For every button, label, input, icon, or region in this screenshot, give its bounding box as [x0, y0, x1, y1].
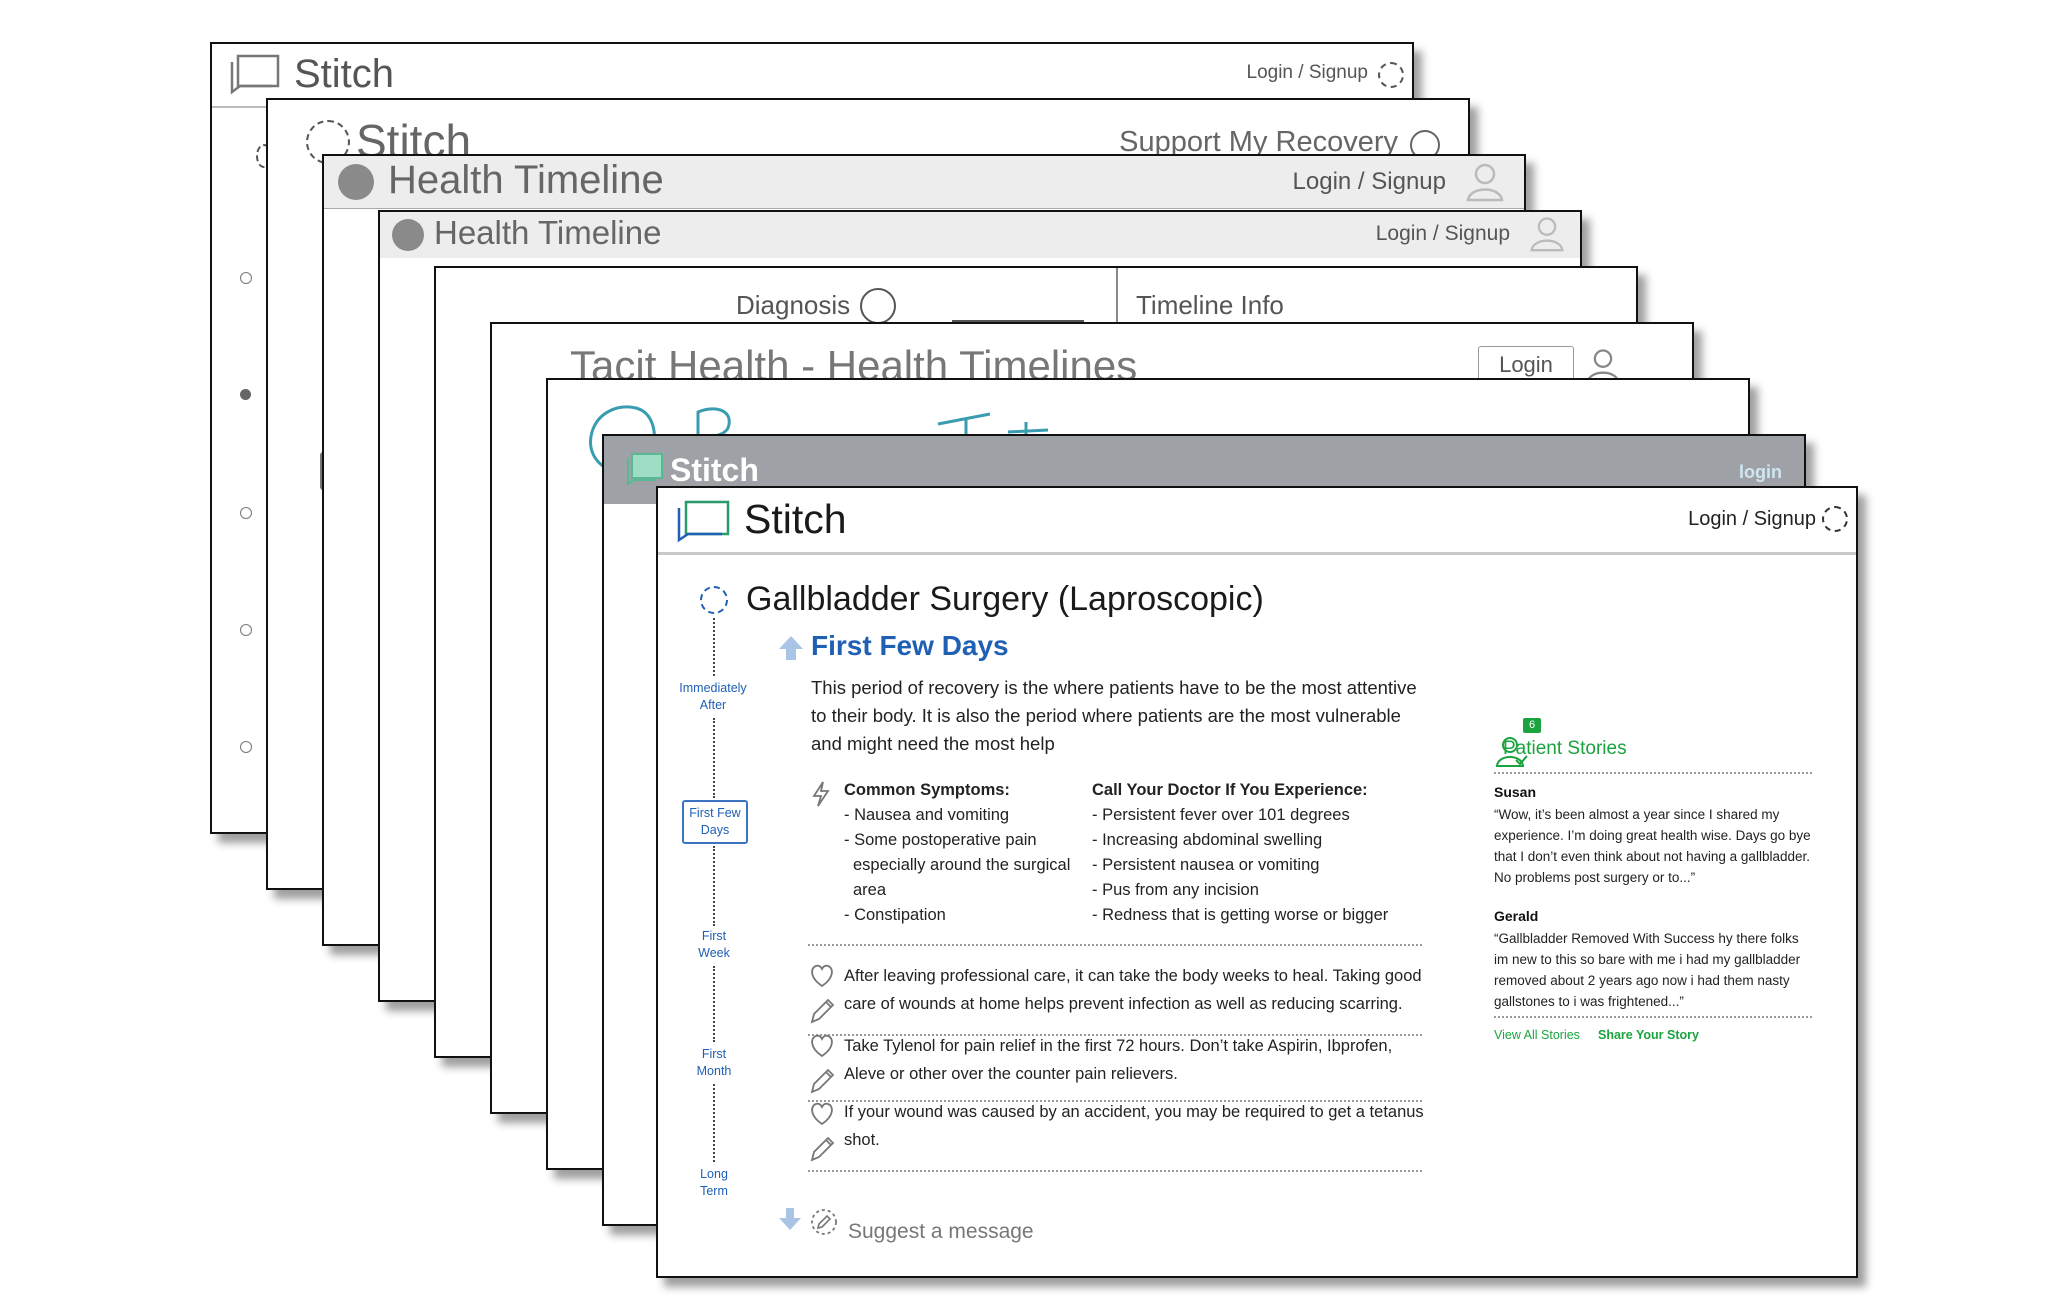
- user-avatar-icon: [1466, 163, 1504, 202]
- pencil-icon: [810, 1136, 835, 1162]
- view-all-stories-link[interactable]: View All Stories: [1494, 1028, 1580, 1042]
- share-your-story-link[interactable]: Share Your Story: [1598, 1028, 1699, 1042]
- timeline-radio[interactable]: [240, 741, 252, 753]
- common-symptoms: Common Symptoms: - Nausea and vomiting -…: [844, 778, 1074, 928]
- heart-icon: [811, 964, 833, 988]
- login-signup-link[interactable]: Login / Signup: [1293, 168, 1446, 196]
- section-divider: [808, 1170, 1422, 1172]
- stories-count-badge: 6: [1523, 718, 1541, 733]
- story-author: Gerald: [1494, 908, 1539, 924]
- brand-name: Stitch: [294, 52, 395, 96]
- timeline-step-long-term[interactable]: Long Term: [689, 1166, 739, 1200]
- app-header: Stitch Login / Signup: [658, 488, 1856, 555]
- logo-circle-icon: [392, 219, 424, 251]
- timeline-info-label: Timeline Info: [1136, 290, 1284, 320]
- timeline-radio[interactable]: [240, 624, 252, 636]
- timeline-radio-selected[interactable]: [240, 389, 251, 400]
- diagnosis-circle-icon: [860, 288, 896, 324]
- tip-actions: [810, 1102, 835, 1162]
- login-signup-link[interactable]: Login / Signup: [1247, 62, 1369, 84]
- user-avatar-icon: [1530, 217, 1564, 252]
- tip-text: If your wound was caused by an accident,…: [844, 1103, 1424, 1149]
- warning-item: - Pus from any incision: [1092, 881, 1259, 899]
- diagnosis-label: Diagnosis: [736, 290, 851, 320]
- timeline-radio[interactable]: [240, 507, 252, 519]
- timeline-step-first-month[interactable]: First Month: [684, 1046, 744, 1080]
- symptom-item: - Some postoperative pain especially aro…: [844, 831, 1071, 899]
- suggest-message-input[interactable]: Suggest a message: [848, 1220, 1034, 1244]
- timeline-connector: [713, 846, 715, 926]
- symptoms-heading: Common Symptoms:: [844, 781, 1010, 799]
- symptom-item: - Nausea and vomiting: [844, 806, 1010, 824]
- timeline-connector: [713, 718, 715, 798]
- heart-icon: [811, 1102, 833, 1126]
- timeline-step-first-week[interactable]: First Week: [689, 928, 739, 962]
- timeline-connector: [713, 618, 715, 676]
- chat-logo-icon: [230, 54, 280, 95]
- warning-item: - Persistent fever over 101 degrees: [1092, 806, 1350, 824]
- arrow-up-icon[interactable]: [778, 634, 804, 662]
- sheet-header: Health Timeline Login / Signup: [380, 212, 1580, 258]
- brand-name: Stitch: [744, 496, 847, 542]
- story-excerpt[interactable]: “Wow, it’s been almost a year since I sh…: [1494, 804, 1812, 888]
- pencil-icon: [810, 998, 835, 1024]
- logo-circle-icon: [338, 164, 374, 200]
- tip-text: After leaving professional care, it can …: [844, 967, 1422, 1013]
- section-divider: [808, 944, 1422, 946]
- login-link[interactable]: login: [1739, 462, 1782, 483]
- login-signup-link[interactable]: Login / Signup: [1688, 508, 1816, 531]
- avatar-placeholder-icon: [1378, 62, 1404, 88]
- tip-text: Take Tylenol for pain relief in the firs…: [844, 1037, 1393, 1083]
- lightning-icon: [812, 781, 830, 807]
- symptom-item: - Constipation: [844, 906, 946, 924]
- call-your-doctor: Call Your Doctor If You Experience: - Pe…: [1092, 778, 1432, 928]
- warning-item: - Persistent nausea or vomiting: [1092, 856, 1320, 874]
- suggest-pencil-icon: [811, 1209, 837, 1235]
- warning-item: - Increasing abdominal swelling: [1092, 831, 1323, 849]
- heart-icon: [811, 1034, 833, 1058]
- tip-actions: [810, 1034, 835, 1094]
- call-doctor-heading: Call Your Doctor If You Experience:: [1092, 781, 1368, 799]
- page-title: Gallbladder Surgery (Laproscopic): [746, 580, 1264, 618]
- panel-divider: [1116, 268, 1118, 328]
- page-title: Health Timeline: [434, 214, 662, 251]
- page-title: Health Timeline: [388, 158, 664, 202]
- patient-stories-heading: Patient Stories: [1503, 738, 1627, 759]
- tip-actions: [810, 964, 835, 1024]
- stories-divider: [1494, 1016, 1812, 1018]
- timeline-step-first-few-days[interactable]: First Few Days: [682, 800, 748, 844]
- stories-divider: [1494, 772, 1812, 774]
- chat-logo-icon: [627, 453, 663, 486]
- section-intro: This period of recovery is the where pat…: [811, 677, 1417, 754]
- avatar-placeholder-icon[interactable]: [1822, 506, 1848, 532]
- stitch-timeline-page: Stitch Login / Signup Immediately After …: [656, 486, 1858, 1278]
- timeline-step-immediately-after[interactable]: Immediately After: [668, 680, 758, 714]
- warning-item: - Redness that is getting worse or bigge…: [1092, 906, 1389, 924]
- brand-name: Stitch: [670, 452, 759, 488]
- timeline-start-icon: [700, 586, 728, 614]
- timeline-radio[interactable]: [240, 272, 252, 284]
- timeline-connector: [713, 1084, 715, 1162]
- story-excerpt[interactable]: “Gallbladder Removed With Success hy the…: [1494, 928, 1812, 1012]
- story-author: Susan: [1494, 784, 1537, 800]
- login-signup-link[interactable]: Login / Signup: [1376, 222, 1510, 246]
- arrow-down-icon[interactable]: [778, 1206, 802, 1232]
- sheet-header: Health Timeline Login / Signup: [324, 156, 1524, 209]
- chat-logo-icon: [677, 500, 730, 543]
- pencil-icon: [810, 1068, 835, 1094]
- timeline-connector: [713, 966, 715, 1042]
- section-title: First Few Days: [811, 630, 1009, 661]
